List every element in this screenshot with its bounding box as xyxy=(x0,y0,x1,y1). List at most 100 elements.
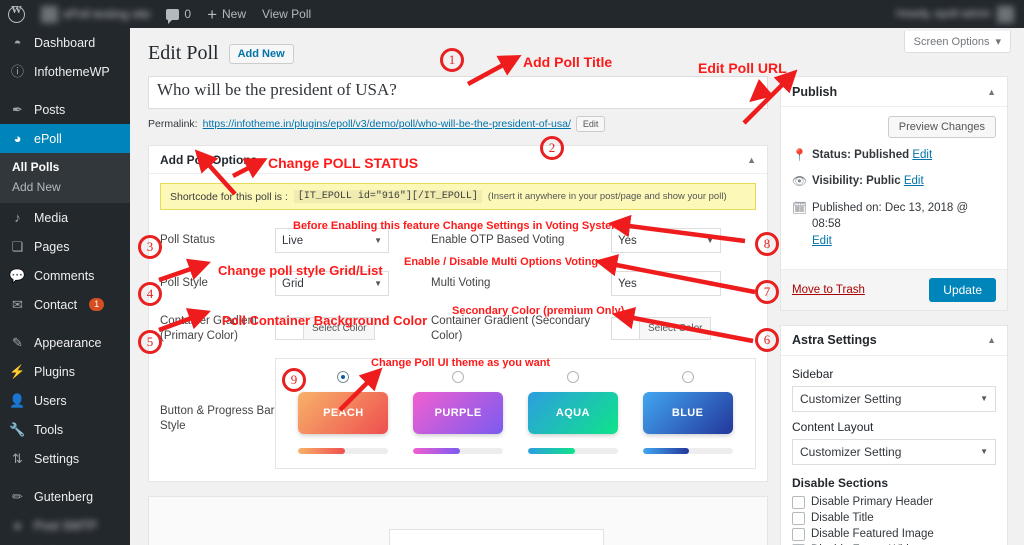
astra-title: Astra Settings xyxy=(792,333,877,348)
poll-options-header[interactable]: Add Poll Options ▲ xyxy=(149,146,767,174)
sidebar-item-blurred-1[interactable]: ● Post SMTP xyxy=(0,511,130,540)
poll-style-label: Poll Style xyxy=(160,277,208,290)
theme-card[interactable]: PEACH xyxy=(298,391,389,434)
sidebar-item-posts[interactable]: ✒ Posts xyxy=(0,95,130,124)
poll-options-body: Shortcode for this poll is : [IT_EPOLL i… xyxy=(149,174,767,481)
chevron-up-icon[interactable]: ▲ xyxy=(987,87,996,97)
poll-title-input[interactable]: Who will be the president of USA? xyxy=(148,76,768,109)
theme-radio[interactable] xyxy=(337,370,350,383)
otp-voting-select[interactable]: Yes ▼ xyxy=(611,228,721,253)
sidebar-item-pages[interactable]: ❏ Pages xyxy=(0,232,130,261)
sidebar-item-gutenberg[interactable]: ✏ Gutenberg xyxy=(0,482,130,511)
status-edit-link[interactable]: Edit xyxy=(912,149,932,161)
account-menu-item[interactable]: Howdy, epoll admin xyxy=(896,5,1024,23)
theme-card[interactable]: PURPLE xyxy=(413,391,504,434)
checkbox[interactable] xyxy=(792,495,805,509)
astra-body: Sidebar Customizer Setting ▼ Content Lay… xyxy=(781,356,1007,545)
checkbox-row-disable-featured-image[interactable]: Disable Featured Image xyxy=(792,527,996,541)
sidebar-item-media[interactable]: ♪ Media xyxy=(0,203,130,232)
chevron-down-icon: ▼ xyxy=(374,236,382,245)
primary-color-picker[interactable]: Select Color xyxy=(275,317,376,341)
publish-actions: Move to Trash Update xyxy=(781,268,1007,310)
select-color-button[interactable]: Select Color xyxy=(640,318,711,340)
notification-badge: 1 xyxy=(89,297,105,312)
checkbox[interactable] xyxy=(792,527,805,541)
checkbox-row-disable-primary-header[interactable]: Disable Primary Header xyxy=(792,495,996,509)
sidebar-item-label: Contact xyxy=(34,297,78,312)
theme-option-aqua[interactable]: AQUA xyxy=(525,370,621,454)
admin-bar: ePoll testing site 0 + New View Poll How… xyxy=(0,0,1024,28)
theme-card[interactable]: AQUA xyxy=(527,391,618,434)
unknown-icon: ● xyxy=(13,518,22,533)
update-button[interactable]: Update xyxy=(929,277,996,302)
theme-option-purple[interactable]: PURPLE xyxy=(410,370,506,454)
move-to-trash-link[interactable]: Move to Trash xyxy=(792,284,865,296)
edit-slug-button[interactable]: Edit xyxy=(575,116,606,132)
gradient-primary-label: Container Gradient (Primary Color) xyxy=(160,315,258,342)
site-name-menu-item[interactable]: ePoll testing site xyxy=(33,0,158,28)
new-content-menu-item[interactable]: + New xyxy=(199,0,254,28)
settings-row-3: Container Gradient (Primary Color) Selec… xyxy=(160,314,756,344)
sidebar-item-label: Posts xyxy=(34,102,66,117)
shortcode-value[interactable]: [IT_EPOLL id="916"][/IT_EPOLL] xyxy=(293,190,482,203)
preview-changes-button[interactable]: Preview Changes xyxy=(887,116,996,138)
sidebar-item-tools[interactable]: 🔧 Tools xyxy=(0,415,130,444)
sidebar-item-users[interactable]: 👤 Users xyxy=(0,386,130,415)
astra-content-layout-select[interactable]: Customizer Setting ▼ xyxy=(792,438,996,465)
theme-radio[interactable] xyxy=(452,370,465,383)
sidebar-item-appearance[interactable]: ✎ Appearance xyxy=(0,328,130,357)
sidebar-item-comments[interactable]: 💬 Comments xyxy=(0,261,130,290)
info-icon: ⓘ xyxy=(10,64,24,79)
sidebar-item-settings[interactable]: ⇅ Settings xyxy=(0,444,130,473)
theme-option-peach[interactable]: PEACH xyxy=(295,370,391,454)
chevron-down-icon: ▼ xyxy=(706,236,714,245)
astra-sidebar-value: Customizer Setting xyxy=(800,391,902,406)
theme-radio[interactable] xyxy=(566,370,579,383)
checkbox[interactable] xyxy=(792,511,805,525)
sidebar-item-infothemewp[interactable]: ⓘ InfothemeWP xyxy=(0,57,130,86)
view-poll-menu-item[interactable]: View Poll xyxy=(254,0,319,28)
astra-sidebar-select[interactable]: Customizer Setting ▼ xyxy=(792,385,996,412)
add-new-button[interactable]: Add New xyxy=(228,43,294,64)
menu-separator xyxy=(0,473,130,482)
view-poll-label: View Poll xyxy=(262,7,312,21)
poll-status-select[interactable]: Live ▼ xyxy=(275,228,389,253)
sidebar-item-label: Settings xyxy=(34,451,80,466)
submenu-item-all-polls[interactable]: All Polls xyxy=(0,157,130,177)
button-bar-style-label: Button & Progress Bar Style xyxy=(160,404,275,433)
media-icon: ♪ xyxy=(14,210,21,225)
sidebar-item-plugins[interactable]: ⚡ Plugins xyxy=(0,357,130,386)
astra-content-layout-label: Content Layout xyxy=(792,419,874,434)
poll-style-select[interactable]: Grid ▼ xyxy=(275,271,389,296)
theme-progress-bar xyxy=(298,447,389,454)
date-edit-link[interactable]: Edit xyxy=(812,235,832,247)
main-column: Who will be the president of USA? Permal… xyxy=(148,76,768,545)
chevron-up-icon[interactable]: ▲ xyxy=(747,155,756,165)
comments-icon: 💬 xyxy=(9,268,26,283)
checkbox-row-disable-title[interactable]: Disable Title xyxy=(792,511,996,525)
select-color-button[interactable]: Select Color xyxy=(304,318,375,340)
sidebar-item-dashboard[interactable]: ◓ Dashboard xyxy=(0,28,130,57)
theme-option-blue[interactable]: BLUE xyxy=(640,370,736,454)
astra-header[interactable]: Astra Settings ▲ xyxy=(781,326,1007,356)
permalink-link[interactable]: https://infotheme.in/plugins/epoll/v3/de… xyxy=(203,118,571,130)
comments-menu-item[interactable]: 0 xyxy=(158,0,199,28)
otp-voting-value: Yes xyxy=(618,234,637,247)
visibility-edit-link[interactable]: Edit xyxy=(904,175,924,187)
theme-card[interactable]: BLUE xyxy=(642,391,733,434)
shortcode-notice: Shortcode for this poll is : [IT_EPOLL i… xyxy=(160,183,756,210)
publish-header[interactable]: Publish ▲ xyxy=(781,77,1007,107)
multi-voting-select[interactable]: Yes ▼ xyxy=(611,271,721,296)
wp-logo-menu-item[interactable] xyxy=(0,0,33,28)
sidebar-item-contact[interactable]: ✉ Contact 1 xyxy=(0,290,130,319)
wrench-icon: 🔧 xyxy=(9,422,26,437)
published-date-row: 🗓 Published on: Dec 13, 2018 @ 08:58 Edi… xyxy=(792,200,996,250)
sidebar-item-blurred-2[interactable]: ● Collapse xyxy=(0,540,130,545)
chevron-up-icon[interactable]: ▲ xyxy=(987,335,996,345)
visibility-text: Visibility: Public xyxy=(812,175,901,188)
theme-radio[interactable] xyxy=(681,370,694,383)
sidebar-item-epoll[interactable]: ◕ ePoll xyxy=(0,124,138,153)
astra-sidebar-label: Sidebar xyxy=(792,366,834,381)
submenu-item-add-new[interactable]: Add New xyxy=(0,177,130,197)
secondary-color-picker[interactable]: Select Color xyxy=(611,317,712,341)
